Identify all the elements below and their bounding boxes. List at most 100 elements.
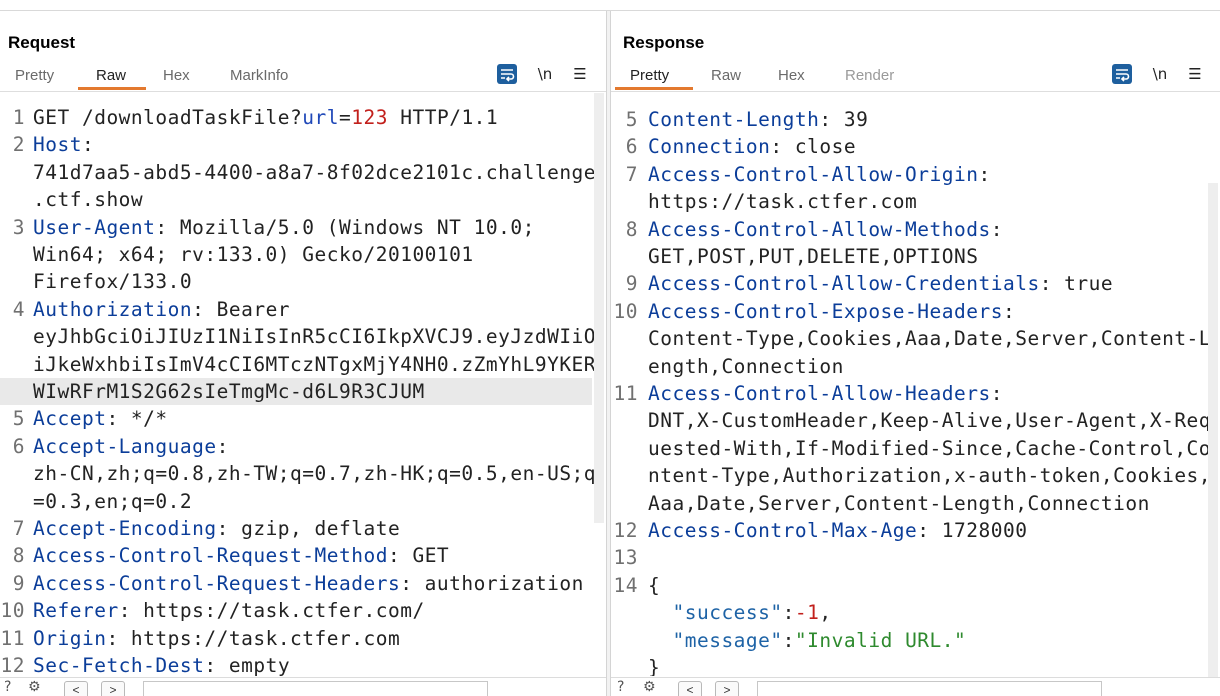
response-pane: Response Pretty Raw Hex Render \n ☰ 5 Con… bbox=[611, 11, 1220, 696]
previous-button[interactable]: < bbox=[678, 681, 702, 696]
line-text: Access-Control-Expose-Headers: bbox=[648, 298, 1015, 326]
line-text: Sec-Fetch-Dest: empty bbox=[33, 652, 290, 676]
tab-raw[interactable]: Raw bbox=[96, 67, 126, 84]
request-scrollbar[interactable] bbox=[594, 93, 604, 523]
line-number: 8 bbox=[625, 217, 638, 241]
tab-render[interactable]: Render bbox=[845, 67, 894, 84]
line-text: Accept-Encoding: gzip, deflate bbox=[33, 515, 400, 543]
tab-raw[interactable]: Raw bbox=[711, 67, 741, 84]
response-title: Response bbox=[623, 33, 705, 52]
header-name: Access-Control-Request-Method bbox=[33, 544, 388, 568]
code-line: 5 Accept: */* bbox=[0, 405, 592, 432]
token: = bbox=[339, 106, 352, 129]
line-text: Host: bbox=[33, 131, 94, 159]
code-line: 12 Access-Control-Max-Age: 1728000 bbox=[611, 517, 1206, 544]
code-line: "success":-1, bbox=[611, 599, 1206, 626]
line-text: { bbox=[648, 572, 660, 600]
help-icon[interactable]: ? bbox=[617, 678, 624, 696]
request-editor[interactable]: 1 GET /downloadTaskFile?url=123 HTTP/1.1 2… bbox=[0, 93, 606, 676]
settings-gear-icon[interactable]: ⚙ bbox=[643, 678, 656, 696]
line-text: GET,POST,PUT,DELETE,OPTIONS bbox=[648, 243, 978, 271]
line-number: 7 bbox=[625, 162, 638, 186]
code-line: 9 Access-Control-Request-Headers: authori… bbox=[0, 570, 592, 597]
previous-button[interactable]: < bbox=[64, 681, 88, 696]
show-newlines-icon[interactable]: \n bbox=[534, 64, 556, 84]
line-text: Accept: */* bbox=[33, 405, 168, 433]
line-text: Access-Control-Allow-Credentials: true bbox=[648, 270, 1113, 298]
line-text: GET /downloadTaskFile?url=123 HTTP/1.1 bbox=[33, 104, 498, 132]
search-input[interactable] bbox=[143, 681, 488, 696]
tab-hex[interactable]: Hex bbox=[163, 67, 190, 84]
code-line: 2 Host: bbox=[0, 131, 592, 158]
token: , bbox=[819, 601, 832, 625]
line-text: Content-Length: 39 bbox=[648, 106, 868, 134]
settings-gear-icon[interactable]: ⚙ bbox=[28, 678, 41, 696]
code-line: 9 Access-Control-Allow-Credentials: true bbox=[611, 270, 1206, 297]
tab-markinfo[interactable]: MarkInfo bbox=[230, 67, 288, 84]
header-name: Content-Length bbox=[648, 108, 820, 131]
line-number: 3 bbox=[12, 215, 25, 239]
tab-pretty[interactable]: Pretty bbox=[630, 67, 669, 84]
token: "Invalid URL." bbox=[794, 628, 967, 652]
tab-hex[interactable]: Hex bbox=[778, 67, 805, 84]
show-newlines-icon[interactable]: \n bbox=[1149, 64, 1171, 84]
token: : bbox=[782, 628, 795, 652]
code-line: iJkeWxhbiIsImV4cCI6MTczNTgxMjY4NH0.zZmYh… bbox=[0, 351, 596, 378]
wrap-lines-icon[interactable] bbox=[1112, 64, 1132, 84]
token: : 1728000 bbox=[917, 519, 1028, 542]
header-name: Access-Control-Allow-Origin bbox=[648, 162, 979, 186]
code-line: 7 Accept-Encoding: gzip, deflate bbox=[0, 515, 592, 542]
line-number: 4 bbox=[12, 297, 25, 321]
token: : GET bbox=[387, 544, 450, 568]
line-number: 6 bbox=[12, 434, 25, 458]
code-line: 4 Authorization: Bearer bbox=[0, 296, 592, 323]
code-line: DNT,X-CustomHeader,Keep-Alive,User-Agent… bbox=[611, 407, 1211, 434]
tab-pretty[interactable]: Pretty bbox=[15, 67, 54, 84]
hamburger-menu-icon[interactable]: ☰ bbox=[570, 64, 590, 84]
line-text: Win64; x64; rv:133.0) Gecko/20100101 bbox=[33, 241, 474, 269]
token: 741d7aa5-abd5-4400-a8a7-8f02dce2101c.cha… bbox=[33, 160, 597, 184]
token: : */* bbox=[106, 407, 168, 431]
code-line: "message":"Invalid URL." bbox=[611, 627, 1206, 654]
response-scrollbar[interactable] bbox=[1208, 183, 1218, 678]
line-text: WIwRFrM1S2G62sIeTmgMc-d6L9R3CJUM bbox=[33, 378, 425, 406]
line-text: Firefox/133.0 bbox=[33, 268, 192, 296]
tabs-divider bbox=[611, 91, 1220, 92]
line-text: Access-Control-Allow-Headers: bbox=[648, 380, 1003, 408]
token: : bbox=[782, 601, 795, 625]
code-line: } bbox=[611, 654, 1206, 676]
line-text: "message":"Invalid URL." bbox=[648, 627, 966, 655]
next-button[interactable]: > bbox=[101, 681, 125, 696]
code-line: Aaa,Date,Server,Content-Length,Connectio… bbox=[611, 490, 1206, 517]
header-name: Connection bbox=[648, 135, 771, 159]
response-editor[interactable]: 5 Content-Length: 39 6 Connection: close 7 Ac… bbox=[611, 93, 1220, 676]
line-text: Origin: https://task.ctfer.com bbox=[33, 625, 400, 653]
search-input[interactable] bbox=[757, 681, 1102, 696]
line-text: } bbox=[648, 654, 660, 676]
token: https://task.ctfer.com bbox=[648, 190, 918, 214]
active-tab-indicator bbox=[615, 87, 693, 90]
token: ntent-Type,Authorization,x-auth-token,Co… bbox=[648, 464, 1212, 488]
code-line: WIwRFrM1S2G62sIeTmgMc-d6L9R3CJUM bbox=[0, 378, 592, 406]
header-name: Access-Control-Allow-Credentials bbox=[648, 272, 1040, 296]
hamburger-menu-icon[interactable]: ☰ bbox=[1185, 64, 1205, 84]
wrap-lines-icon[interactable] bbox=[497, 64, 517, 84]
line-number: 6 bbox=[625, 135, 638, 159]
token: uested-With,If-Modified-Since,Cache-Cont… bbox=[648, 436, 1212, 460]
token: ength,Connection bbox=[648, 354, 844, 378]
line-number: 7 bbox=[12, 517, 25, 540]
line-number: 9 bbox=[625, 272, 638, 296]
line-text: Accept-Language: bbox=[33, 433, 229, 461]
header-name: Accept-Language bbox=[33, 434, 217, 458]
code-line: Content-Type,Cookies,Aaa,Date,Server,Con… bbox=[611, 325, 1211, 352]
next-button[interactable]: > bbox=[715, 681, 739, 696]
token: DNT,X-CustomHeader,Keep-Alive,User-Agent… bbox=[648, 409, 1212, 433]
token: GET /downloadTaskFile? bbox=[33, 106, 303, 129]
token: : close bbox=[770, 135, 857, 159]
line-text: ntent-Type,Authorization,x-auth-token,Co… bbox=[648, 462, 1211, 490]
token: .ctf.show bbox=[33, 188, 144, 212]
code-line: 741d7aa5-abd5-4400-a8a7-8f02dce2101c.cha… bbox=[0, 159, 596, 186]
help-icon[interactable]: ? bbox=[4, 678, 11, 696]
token: : authorization bbox=[400, 571, 584, 595]
